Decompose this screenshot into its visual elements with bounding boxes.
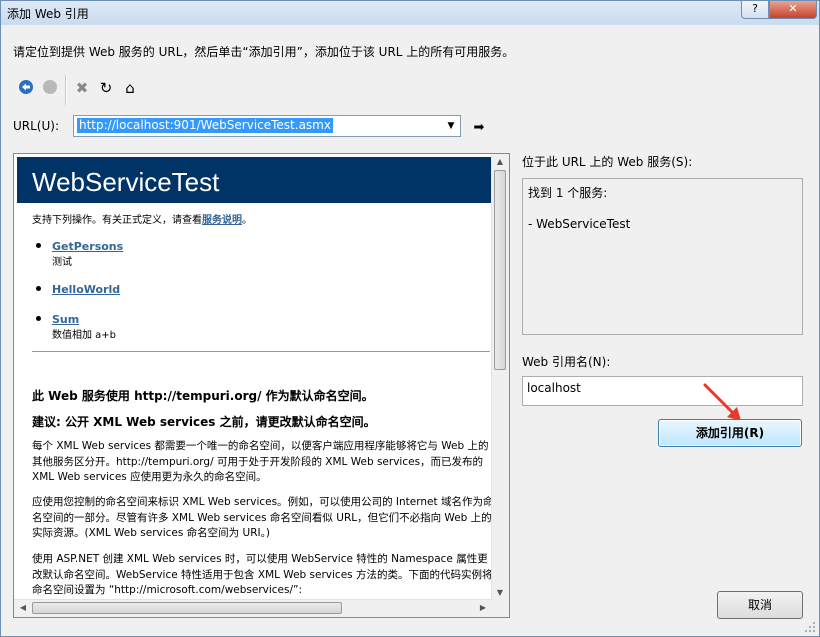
services-label: 位于此 URL 上的 Web 服务(S): (522, 155, 693, 169)
service-item: - WebServiceTest (528, 217, 631, 231)
services-found-text: 找到 1 个服务: (528, 186, 608, 200)
url-combobox[interactable]: http://localhost:901/WebServiceTest.asmx… (73, 115, 461, 137)
vertical-scroll-thumb[interactable] (494, 170, 506, 370)
divider (32, 351, 490, 352)
bullet-icon (36, 243, 41, 248)
close-button[interactable]: ✕ (769, 1, 817, 19)
bullet-icon (36, 316, 41, 321)
operation-desc: 数值相加 a+b (52, 330, 117, 341)
go-arrow-icon[interactable]: ➡ (471, 121, 487, 136)
intro-text: 支持下列操作。有关正式定义，请查看服务说明。 (32, 215, 252, 226)
cancel-icon[interactable]: ✖ (73, 79, 91, 97)
url-label: URL(U): (13, 119, 59, 133)
operation-item: Sum 数值相加 a+b (36, 313, 117, 341)
home-icon[interactable]: ⌂ (121, 79, 139, 97)
add-reference-button[interactable]: 添加引用(R) (658, 419, 802, 447)
scroll-up-icon[interactable]: ▲ (493, 157, 507, 166)
stop-icon[interactable] (41, 79, 59, 97)
paragraph: 使用 ASP.NET 创建 XML Web services 时，可以使用 We… (32, 553, 492, 596)
cancel-button[interactable]: 取消 (717, 591, 803, 619)
horizontal-scrollbar[interactable]: ◀ ▶ (14, 599, 492, 617)
service-description-link[interactable]: 服务说明 (202, 215, 242, 226)
namespace-recommendation: 建议: 公开 XML Web services 之前，请更改默认命名空间。 (32, 415, 376, 429)
paragraph: 每个 XML Web services 都需要一个唯一的命名空间，以便客户端应用… (32, 440, 489, 483)
toolbar-separator (65, 75, 67, 105)
operation-item: GetPersons 测试 (36, 240, 123, 268)
scroll-down-icon[interactable]: ▼ (493, 588, 507, 597)
chevron-down-icon[interactable]: ▼ (444, 118, 458, 134)
title-bar: 添加 Web 引用 ? ✕ (1, 1, 819, 25)
paragraph: 应使用您控制的命名空间来标识 XML Web services。例如，可以使用公… (32, 496, 492, 539)
operation-link[interactable]: Sum (52, 313, 116, 326)
url-input[interactable]: http://localhost:901/WebServiceTest.asmx (77, 118, 333, 133)
back-icon[interactable] (17, 79, 35, 97)
scroll-left-icon[interactable]: ◀ (16, 603, 30, 612)
add-web-reference-dialog: 添加 Web 引用 ? ✕ 请定位到提供 Web 服务的 URL，然后单击“添加… (0, 0, 820, 637)
horizontal-scroll-thumb[interactable] (32, 602, 342, 614)
vertical-scrollbar[interactable]: ▲ ▼ (491, 154, 509, 600)
bullet-icon (36, 286, 41, 291)
operation-item: HelloWorld (36, 283, 120, 296)
scroll-right-icon[interactable]: ▶ (476, 603, 490, 612)
operation-link[interactable]: GetPersons (52, 240, 123, 253)
namespace-notice: 此 Web 服务使用 http://tempuri.org/ 作为默认命名空间。 (32, 389, 374, 403)
reference-name-label: Web 引用名(N): (522, 355, 611, 369)
operation-desc: 测试 (52, 257, 72, 268)
scroll-corner (492, 600, 509, 617)
window-title: 添加 Web 引用 (7, 7, 89, 21)
services-list: 找到 1 个服务: - WebServiceTest (522, 178, 803, 335)
instruction-text: 请定位到提供 Web 服务的 URL，然后单击“添加引用”，添加位于该 URL … (13, 45, 515, 59)
refresh-icon[interactable]: ↻ (97, 79, 115, 97)
resize-grip-icon[interactable] (804, 621, 816, 633)
reference-name-input[interactable]: localhost (522, 376, 803, 406)
help-button[interactable]: ? (741, 1, 769, 19)
service-title: WebServiceTest (32, 167, 220, 197)
browser-content: WebServiceTest 支持下列操作。有关正式定义，请查看服务说明。 Ge… (14, 154, 492, 600)
service-banner: WebServiceTest (17, 157, 491, 203)
browser-pane: WebServiceTest 支持下列操作。有关正式定义，请查看服务说明。 Ge… (13, 153, 510, 618)
operation-link[interactable]: HelloWorld (52, 283, 120, 296)
